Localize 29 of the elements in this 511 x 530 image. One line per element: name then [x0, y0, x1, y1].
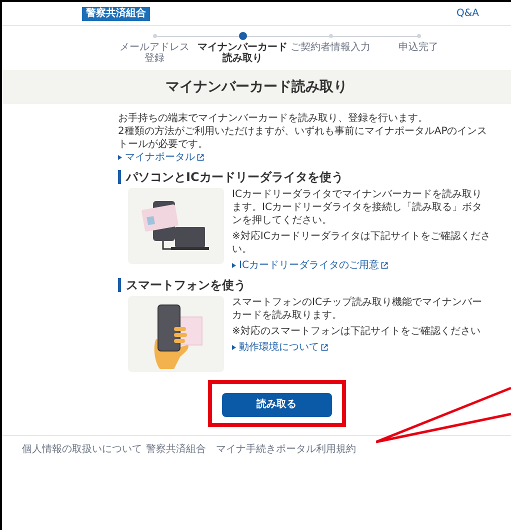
- site-logo[interactable]: 警察共済組合: [82, 6, 150, 20]
- section-text: ※対応のスマートフォンは下記サイトをご確認ください: [232, 325, 482, 338]
- external-link-icon: [197, 154, 204, 161]
- step-label: ご契約者情報入力: [290, 42, 370, 53]
- triangle-bullet-icon: [232, 344, 236, 350]
- intro-text: お手持ちの端末でマイナンバーカードを読み取り、登録を行います。: [118, 112, 429, 125]
- triangle-bullet-icon: [232, 262, 236, 268]
- page-title: マイナンバーカード読み取り: [166, 78, 348, 96]
- step-label: マイナンバーカード: [198, 42, 288, 53]
- footer-link[interactable]: 警察共済組合 マイナ手続きポータル利用規約: [146, 442, 356, 456]
- step-label: 登録: [144, 53, 164, 64]
- section-text: ※対応ICカードリーダライタは下記サイトをご確認ください。: [232, 230, 491, 256]
- section-text: ICカードリーダライタでマイナンバーカードを読み取ります。ICカードリーダライタを接続し「読み取る」ボタンを押してください。: [232, 188, 483, 227]
- portal-link[interactable]: マイナポータル: [118, 152, 204, 163]
- qa-link[interactable]: Q&A: [456, 6, 479, 21]
- step-label: 読み取り: [222, 53, 262, 64]
- footer-link[interactable]: 個人情報の取扱いについて: [22, 442, 142, 456]
- external-link-icon: [321, 344, 328, 351]
- info-link[interactable]: 動作環境について: [232, 341, 491, 354]
- step-label: 申込完了: [398, 42, 438, 53]
- section-heading: パソコンとICカードリーダライタを使う: [118, 170, 491, 184]
- triangle-bullet-icon: [118, 154, 122, 160]
- info-link[interactable]: ICカードリーダライタのご用意: [232, 259, 491, 272]
- section-text: スマートフォンのICチップ読み取り機能でマイナンバーカードを読み取ります。: [232, 296, 483, 322]
- section-heading: スマートフォンを使う: [118, 278, 491, 292]
- intro-text: 2種類の方法がご利用いただけますが、いずれも事前にマイナポータルAPのインストールが必要です。: [118, 125, 488, 151]
- step-label: メールアドレス: [120, 42, 190, 53]
- external-link-icon: [380, 262, 388, 269]
- read-button[interactable]: 読み取る: [222, 392, 332, 416]
